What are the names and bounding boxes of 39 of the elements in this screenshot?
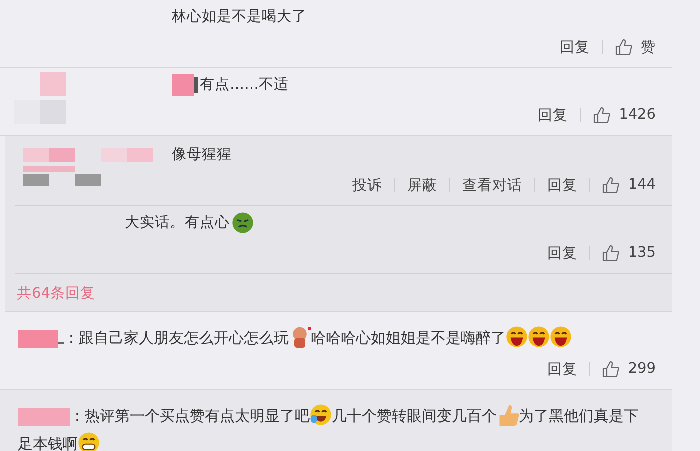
comment-text: 林心如是不是喝大了 — [172, 8, 307, 27]
crying-laughing-face-icon — [310, 404, 332, 426]
action-link[interactable]: 回复 — [547, 244, 578, 262]
thumbs-up-icon[interactable] — [602, 176, 620, 194]
comment-text: ：跟自己家人朋友怎么开心怎么玩 — [64, 329, 289, 347]
thumbs-up-icon[interactable] — [615, 38, 633, 56]
action-link[interactable]: 投诉 — [352, 176, 382, 194]
blurred-username — [18, 406, 70, 428]
action-link[interactable]: 回复 — [538, 106, 568, 124]
blurred-username — [172, 74, 198, 96]
action-link[interactable]: 查看对话 — [462, 176, 522, 194]
like-count[interactable]: 1426 — [619, 107, 656, 123]
thumbs-up-icon — [497, 404, 519, 426]
action-link[interactable]: 回复 — [547, 176, 578, 194]
action-link[interactable]: 屏蔽 — [407, 176, 438, 194]
like-count[interactable]: 赞 — [641, 38, 656, 56]
comment-text: 为了黑他们真是下 — [519, 407, 639, 425]
sick-face-icon — [232, 212, 254, 234]
like-count[interactable]: 144 — [628, 177, 656, 193]
grinning-face-icon — [78, 432, 100, 451]
blurred-avatar — [14, 72, 66, 124]
thumbs-up-icon[interactable] — [602, 360, 620, 378]
comment-text: 大实话。有点心 — [125, 214, 230, 233]
comment-text: 像母猩猩 — [172, 146, 232, 165]
action-link[interactable]: 回复 — [547, 360, 578, 378]
laughing-face-icon — [528, 326, 550, 348]
comment-text: ：热评第一个买点赞有点太明显了吧 — [70, 407, 310, 425]
comment-text: 足本钱啊 — [18, 435, 78, 451]
laughing-face-icon — [506, 326, 528, 348]
action-link[interactable]: 回复 — [560, 38, 590, 56]
comment-text: 几十个赞转眼间变几百个 — [332, 407, 497, 425]
thumbs-up-icon[interactable] — [593, 106, 612, 124]
comment-text: 有点……不适 — [200, 76, 289, 95]
like-count[interactable]: 299 — [628, 361, 656, 377]
thumbs-up-icon[interactable] — [602, 244, 620, 262]
like-count[interactable]: 135 — [628, 245, 656, 261]
blurred-username — [18, 328, 64, 350]
laughing-face-icon — [550, 326, 572, 348]
comment-text: 哈哈哈心如姐姐是不是嗨醉了 — [311, 329, 506, 347]
